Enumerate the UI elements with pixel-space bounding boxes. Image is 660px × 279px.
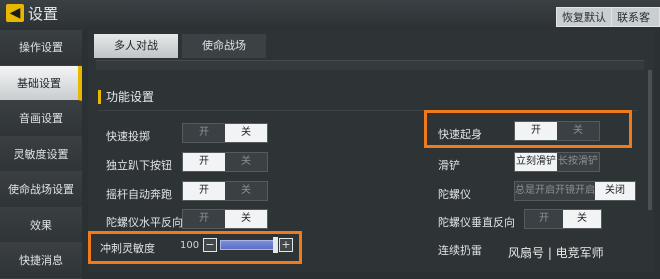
sidebar-item-sensitivity[interactable]: 灵敏度设置 — [0, 136, 82, 172]
scrollbar[interactable] — [648, 70, 652, 210]
tab-bar: 多人对战 使命战场 — [94, 34, 266, 58]
page-title: 设置 — [28, 5, 59, 23]
slider-handle[interactable] — [273, 237, 278, 253]
toggle-quick-rise[interactable]: 开 关 — [514, 121, 600, 141]
toggle-slide[interactable]: 立刻滑铲 长按滑铲 — [514, 152, 600, 172]
sidebar-item-quick-messages[interactable]: 快捷消息 — [0, 243, 82, 279]
setting-label-gyro-horizontal-invert: 陀螺仪水平反向 — [106, 216, 183, 229]
option-on[interactable]: 开 — [183, 182, 225, 200]
increase-button[interactable]: + — [279, 238, 293, 252]
reset-default-button[interactable]: 恢复默认 — [556, 7, 612, 27]
option-off[interactable]: 关 — [225, 210, 267, 228]
section-title: 功能设置 — [98, 90, 154, 104]
sensitivity-value: 100 — [180, 239, 200, 251]
sidebar-item-operation[interactable]: 操作设置 — [0, 30, 82, 66]
option-off[interactable]: 关 — [225, 153, 267, 171]
toggle-gyroscope[interactable]: 总是开启 开镜开启 关闭 — [514, 181, 636, 201]
option-on[interactable]: 开 — [515, 122, 557, 140]
option-on[interactable]: 开 — [183, 124, 225, 142]
toggle-prone-button[interactable]: 开 关 — [182, 152, 268, 172]
sidebar-item-battle-royale[interactable]: 使命战场设置 — [0, 172, 82, 208]
option-on[interactable]: 开 — [183, 210, 225, 228]
tab-multiplayer[interactable]: 多人对战 — [94, 34, 178, 58]
option-hold-slide[interactable]: 长按滑铲 — [557, 153, 599, 171]
previous-row-strip — [96, 60, 644, 70]
tab-battle-royale[interactable]: 使命战场 — [182, 34, 266, 58]
setting-label-prone-button: 独立趴下按钮 — [106, 159, 172, 172]
setting-label-continuous-grenade: 连续扔雷 — [438, 244, 482, 257]
option-off[interactable]: 关闭 — [595, 182, 635, 200]
setting-label-slide: 滑铲 — [438, 159, 460, 172]
option-scope-on[interactable]: 开镜开启 — [555, 182, 595, 200]
sidebar-item-audio-video[interactable]: 音画设置 — [0, 101, 82, 137]
toggle-quick-throw[interactable]: 开 关 — [182, 123, 268, 143]
decrease-button[interactable]: − — [203, 238, 217, 252]
sidebar: 操作设置 基础设置 音画设置 灵敏度设置 使命战场设置 效果 快捷消息 — [0, 30, 82, 279]
toggle-gyro-vertical-invert[interactable]: 开 关 — [524, 209, 602, 229]
option-on[interactable]: 开 — [183, 153, 225, 171]
setting-label-gyroscope: 陀螺仪 — [438, 188, 471, 201]
option-off[interactable]: 关 — [225, 182, 267, 200]
option-off[interactable]: 关 — [225, 124, 267, 142]
toggle-auto-run[interactable]: 开 关 — [182, 181, 268, 201]
setting-label-gyro-vertical-invert: 陀螺仪垂直反向 — [438, 216, 515, 229]
sidebar-item-basic[interactable]: 基础设置 — [0, 65, 82, 101]
slider-track[interactable] — [220, 237, 278, 253]
top-bar: ◀ 设置 恢复默认 联系客服 — [0, 0, 660, 44]
sprint-sensitivity-slider[interactable]: 100 − + — [180, 236, 293, 254]
setting-label-quick-throw: 快速投掷 — [106, 130, 150, 143]
option-always-on[interactable]: 总是开启 — [515, 182, 555, 200]
setting-label-quick-rise: 快速起身 — [438, 128, 482, 141]
watermark: 风扇号 | 电竞军师 — [508, 246, 604, 260]
back-arrow-icon[interactable]: ◀ — [6, 4, 24, 22]
option-off[interactable]: 关 — [563, 210, 601, 228]
setting-label-auto-run: 摇杆自动奔跑 — [106, 188, 172, 201]
sidebar-item-effects[interactable]: 效果 — [0, 207, 82, 243]
option-instant-slide[interactable]: 立刻滑铲 — [515, 153, 557, 171]
settings-panel: 多人对战 使命战场 功能设置 快速投掷 开 关 独立趴下按钮 开 关 摇杆自动奔… — [88, 30, 654, 272]
option-on[interactable]: 开 — [525, 210, 563, 228]
toggle-gyro-horizontal-invert[interactable]: 开 关 — [182, 209, 268, 229]
option-off[interactable]: 关 — [557, 122, 599, 140]
contact-support-button[interactable]: 联系客服 — [611, 7, 660, 44]
setting-label-sprint-sensitivity: 冲刺灵敏度 — [100, 242, 155, 255]
